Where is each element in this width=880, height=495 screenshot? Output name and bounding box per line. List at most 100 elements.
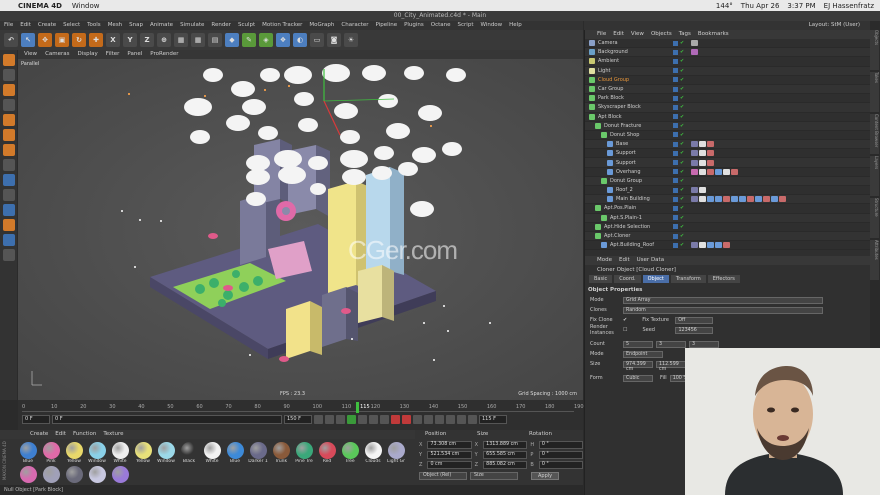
material-tag-icon[interactable]	[699, 187, 706, 194]
end-frame-field[interactable]: 150 F	[284, 415, 312, 424]
object-row[interactable]: Apt.S.Plain-1 ✔	[585, 213, 870, 223]
attribute-menu-edit[interactable]: Edit	[619, 256, 630, 265]
enable-check-icon[interactable]: ✔	[680, 233, 684, 239]
render-view-icon[interactable]: ▦	[174, 33, 188, 47]
visibility-toggles[interactable]: ✔	[673, 215, 684, 221]
material-menu-create[interactable]: Create	[30, 430, 48, 439]
camera-icon[interactable]: ◙	[327, 33, 341, 47]
make-editable-icon[interactable]	[2, 54, 15, 66]
visibility-toggles[interactable]: ✔	[673, 224, 684, 230]
visibility-toggles[interactable]: ✔	[673, 132, 684, 138]
side-tab-content-browser[interactable]: Content Browser	[870, 114, 879, 154]
material-menu-function[interactable]: Function	[73, 430, 96, 439]
visibility-toggles[interactable]: ✔	[673, 141, 684, 147]
material-ball[interactable]	[134, 442, 152, 459]
material-ball[interactable]	[387, 442, 405, 459]
menu-item-script[interactable]: Script	[458, 21, 474, 30]
cube-icon[interactable]: ◆	[225, 33, 239, 47]
position-field[interactable]: 521.534 cm	[427, 450, 472, 459]
menu-item-tools[interactable]: Tools	[87, 21, 101, 30]
polygons-mode-icon[interactable]	[2, 144, 15, 156]
side-tab-layers[interactable]: Layers	[870, 156, 879, 196]
material-tag-icon[interactable]	[747, 196, 754, 203]
object-row[interactable]: Main Building ✔	[585, 195, 870, 205]
object-name[interactable]: Apt.Pos.Plain	[604, 205, 684, 211]
menu-item-create[interactable]: Create	[38, 21, 56, 30]
rotate-tool-icon[interactable]: ↻	[72, 33, 86, 47]
enable-check-icon[interactable]: ✔	[680, 196, 684, 202]
size-field[interactable]: 1313.889 cm	[483, 440, 528, 449]
rotation-key-icon[interactable]	[446, 415, 455, 424]
material-tag-icon[interactable]	[691, 187, 698, 194]
material-ball[interactable]	[19, 442, 37, 459]
visibility-toggles[interactable]: ✔	[673, 150, 684, 156]
layout-selector[interactable]: Layout: StM (User)	[584, 21, 870, 30]
size-y-field[interactable]: 112.599 cm	[656, 360, 686, 372]
visibility-toggles[interactable]: ✔	[673, 205, 684, 211]
menu-item-sculpt[interactable]: Sculpt	[238, 21, 255, 30]
material-tag-icon[interactable]	[707, 150, 714, 157]
material-ball[interactable]	[341, 442, 359, 459]
material-swatch[interactable]: Trunk	[271, 442, 291, 464]
material-tag-icon[interactable]	[707, 159, 714, 166]
object-row[interactable]: Apt Block ✔	[585, 113, 870, 122]
material-tag-icon[interactable]	[699, 150, 706, 157]
material-tag-icon[interactable]	[691, 196, 698, 203]
prev-frame-icon[interactable]	[336, 415, 345, 424]
render-settings-icon[interactable]: ▤	[208, 33, 222, 47]
tab-effectors[interactable]: Effectors	[707, 275, 740, 283]
visibility-toggles[interactable]: ✔	[673, 104, 684, 110]
object-row[interactable]: Donut Group ✔	[585, 176, 870, 186]
object-menu-edit[interactable]: Edit	[613, 30, 624, 39]
mac-user[interactable]: EJ Hassenfratz	[824, 2, 874, 10]
object-row[interactable]: Overhang ✔	[585, 168, 870, 177]
material-ball[interactable]	[272, 442, 290, 459]
visibility-toggles[interactable]: ✔	[673, 123, 684, 129]
tab-object[interactable]: Object	[642, 275, 669, 283]
material-tag-icon[interactable]	[707, 242, 714, 249]
enable-check-icon[interactable]: ✔	[680, 49, 684, 55]
solo-icon[interactable]	[2, 204, 15, 216]
visibility-toggles[interactable]: ✔	[673, 178, 684, 184]
enable-check-icon[interactable]: ✔	[680, 114, 684, 120]
material-ball[interactable]	[226, 442, 244, 459]
menu-item-simulate[interactable]: Simulate	[180, 21, 204, 30]
coordinate-system-icon[interactable]: ⊕	[157, 33, 171, 47]
enable-check-icon[interactable]: ✔	[680, 68, 684, 74]
next-key-icon[interactable]	[369, 415, 378, 424]
points-mode-icon[interactable]	[2, 114, 15, 126]
tab-transform[interactable]: Transform	[670, 275, 706, 283]
material-tag-icon[interactable]	[739, 196, 746, 203]
z-axis-button[interactable]: Z	[140, 33, 154, 47]
enable-check-icon[interactable]: ✔	[680, 132, 684, 138]
enable-check-icon[interactable]: ✔	[680, 187, 684, 193]
size-field[interactable]: 655.585 cm	[483, 450, 528, 459]
material-swatch[interactable]: Tree	[340, 442, 360, 464]
next-frame-icon[interactable]	[358, 415, 367, 424]
rotation-field[interactable]: 0 °	[538, 440, 584, 449]
material-ball[interactable]	[203, 442, 221, 459]
current-frame-field[interactable]: 115 F	[479, 415, 507, 424]
material-swatch[interactable]: Window	[156, 442, 176, 464]
object-row[interactable]: Apt.Hide Selection ✔	[585, 223, 870, 232]
viewport-menu-panel[interactable]: Panel	[127, 50, 142, 59]
material-swatch[interactable]	[18, 466, 38, 483]
visibility-toggles[interactable]: ✔	[673, 187, 684, 193]
side-tab-objects[interactable]: Objects	[870, 30, 879, 70]
material-tag-icon[interactable]	[723, 168, 730, 175]
material-tag-icon[interactable]	[691, 141, 698, 148]
viewport-menu-view[interactable]: View	[24, 50, 37, 59]
material-tag-icon[interactable]	[763, 196, 770, 203]
enable-check-icon[interactable]: ✔	[680, 77, 684, 83]
texture-mode-icon[interactable]	[2, 84, 15, 96]
material-ball[interactable]	[88, 442, 106, 459]
viewport-menu-filter[interactable]: Filter	[106, 50, 120, 59]
material-tag-icon[interactable]	[691, 49, 698, 56]
play-icon[interactable]	[347, 415, 356, 424]
object-row[interactable]: Light ✔	[585, 66, 870, 76]
material-tag-icon[interactable]	[723, 242, 730, 249]
material-tag-icon[interactable]	[691, 159, 698, 166]
material-tag-icon[interactable]	[731, 196, 738, 203]
object-row[interactable]: Base ✔	[585, 140, 870, 150]
menu-item-character[interactable]: Character	[341, 21, 368, 30]
